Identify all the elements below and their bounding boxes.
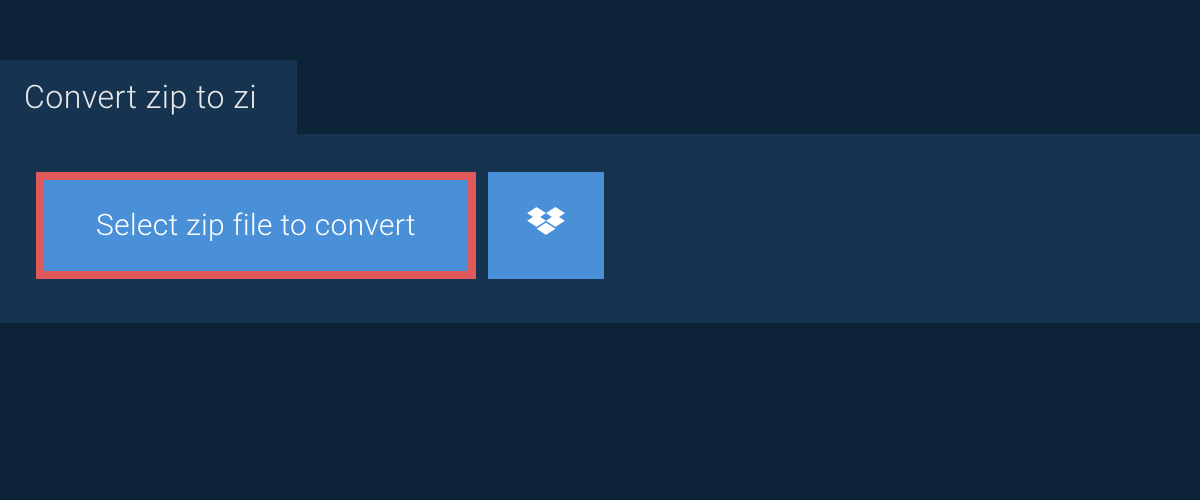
tab-label: Convert zip to zi bbox=[24, 78, 257, 116]
dropbox-icon bbox=[527, 207, 565, 245]
dropbox-button[interactable] bbox=[488, 172, 604, 279]
select-file-label: Select zip file to convert bbox=[96, 208, 416, 243]
tab-convert[interactable]: Convert zip to zi bbox=[0, 60, 297, 134]
content-panel: Select zip file to convert bbox=[0, 134, 1200, 323]
select-file-button[interactable]: Select zip file to convert bbox=[36, 172, 476, 279]
button-row: Select zip file to convert bbox=[36, 172, 1164, 279]
tab-bar: Convert zip to zi bbox=[0, 0, 1200, 134]
